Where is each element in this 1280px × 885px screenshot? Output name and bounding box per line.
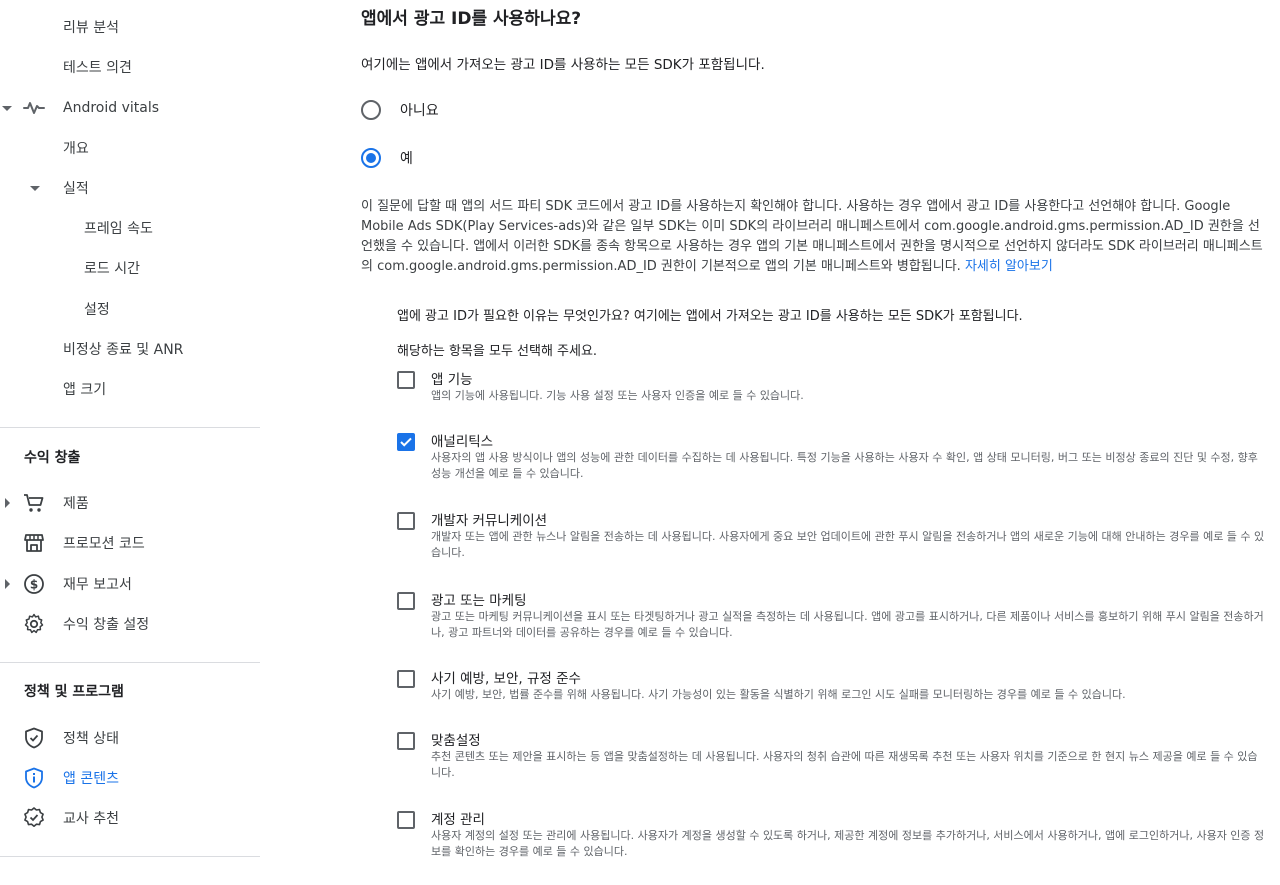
sidebar-item-label: Android vitals: [63, 100, 160, 116]
question-subtitle: 여기에는 앱에서 가져오는 광고 ID를 사용하는 모든 SDK가 포함됩니다.: [361, 57, 765, 73]
option-title: 사기 예방, 보안, 규정 준수: [431, 671, 581, 687]
sidebar-item-label: 교사 추천: [63, 811, 119, 827]
sidebar-item-frame-rate[interactable]: 프레임 속도: [0, 208, 262, 248]
checkbox[interactable]: [397, 732, 415, 750]
sidebar-item-label: 테스트 의견: [63, 60, 132, 76]
store-icon: [22, 531, 46, 555]
sidebar-item-app-size[interactable]: 앱 크기: [0, 369, 262, 409]
sidebar-item-label: 개요: [63, 141, 89, 157]
section-title-policy: 정책 및 프로그램: [24, 684, 124, 700]
sidebar-item-label: 앱 크기: [63, 382, 107, 398]
gear-icon: [22, 612, 46, 636]
reason-question: 앱에 광고 ID가 필요한 이유는 무엇인가요? 여기에는 앱에서 가져오는 광…: [397, 309, 1023, 324]
sidebar-item-review-analysis[interactable]: 리뷰 분석: [0, 7, 262, 47]
sidebar-item-label: 재무 보고서: [63, 577, 132, 593]
option-title: 맞춤설정: [431, 733, 481, 749]
sidebar-item-label: 프로모션 코드: [63, 536, 145, 552]
option-description: 개발자 또는 앱에 관한 뉴스나 알림을 전송하는 데 사용됩니다. 사용자에게…: [431, 530, 1265, 559]
shield-info-icon: [22, 766, 46, 790]
svg-text:$: $: [30, 578, 38, 592]
sidebar-item-crashes-anr[interactable]: 비정상 종료 및 ANR: [0, 329, 262, 369]
sidebar-item-policy-status[interactable]: 정책 상태: [0, 718, 262, 758]
sidebar-item-label: 앱 콘텐츠: [63, 771, 119, 787]
sidebar-item-financial-reports[interactable]: $ 재무 보고서: [0, 564, 262, 604]
chevron-right-icon[interactable]: [2, 579, 12, 589]
divider: [0, 662, 260, 663]
sidebar-item-label: 정책 상태: [63, 731, 119, 747]
sidebar-item-teacher-approved[interactable]: 교사 추천: [0, 798, 262, 838]
sidebar-item-test-feedback[interactable]: 테스트 의견: [0, 47, 262, 87]
shield-check-icon: [22, 726, 46, 750]
radio-label: 예: [400, 151, 413, 167]
sidebar-item-android-vitals[interactable]: Android vitals: [0, 88, 262, 128]
radio-button[interactable]: [361, 148, 381, 168]
checkbox[interactable]: [397, 433, 415, 451]
sidebar-item-label: 비정상 종료 및 ANR: [63, 342, 184, 358]
radio-button[interactable]: [361, 100, 381, 120]
chevron-down-icon[interactable]: [30, 183, 40, 193]
option-title: 앱 기능: [431, 372, 473, 388]
sidebar-item-label: 로드 시간: [84, 261, 140, 277]
sidebar-item-label: 설정: [84, 302, 110, 318]
sidebar: 리뷰 분석 테스트 의견 Android vitals 개요 실적 프레임 속도…: [0, 0, 262, 885]
vitals-pulse-icon: [22, 96, 46, 120]
checkbox[interactable]: [397, 670, 415, 688]
sidebar-item-monetization-settings[interactable]: 수익 창출 설정: [0, 604, 262, 644]
sidebar-item-products[interactable]: 제품: [0, 483, 262, 523]
radio-no[interactable]: 아니요: [361, 98, 439, 122]
sidebar-item-label: 제품: [63, 496, 89, 512]
sidebar-item-label: 수익 창출 설정: [63, 617, 150, 633]
cart-icon: [22, 491, 46, 515]
checkbox[interactable]: [397, 512, 415, 530]
sidebar-item-label: 리뷰 분석: [63, 20, 119, 36]
option-title: 광고 또는 마케팅: [431, 593, 527, 609]
option-description: 사용자의 앱 사용 방식이나 앱의 성능에 관한 데이터를 수집하는 데 사용됩…: [431, 451, 1258, 480]
checkbox[interactable]: [397, 371, 415, 389]
option-description: 추천 콘텐츠 또는 제안을 표시하는 등 앱을 맞춤설정하는 데 사용됩니다. …: [431, 750, 1258, 779]
sidebar-item-settings[interactable]: 설정: [0, 289, 262, 329]
checkbox[interactable]: [397, 811, 415, 829]
sidebar-item-performance[interactable]: 실적: [0, 168, 262, 208]
option-title: 개발자 커뮤니케이션: [431, 513, 548, 529]
option-description: 사용자 계정의 설정 또는 관리에 사용됩니다. 사용자가 계정을 생성할 수 …: [431, 829, 1265, 858]
sidebar-item-promo-codes[interactable]: 프로모션 코드: [0, 523, 262, 563]
explanation-text: 이 질문에 답할 때 앱의 서드 파티 SDK 코드에서 광고 ID를 사용하는…: [361, 199, 1263, 274]
badge-icon: [22, 806, 46, 830]
radio-yes[interactable]: 예: [361, 146, 413, 170]
option-description: 앱의 기능에 사용됩니다. 기능 사용 설정 또는 사용자 인증을 예로 들 수…: [431, 389, 804, 402]
option-title: 계정 관리: [431, 812, 485, 828]
sidebar-item-label: 프레임 속도: [84, 221, 153, 237]
sidebar-item-load-time[interactable]: 로드 시간: [0, 248, 262, 288]
reason-hint: 해당하는 항목을 모두 선택해 주세요.: [397, 344, 598, 359]
sidebar-item-label: 실적: [63, 181, 89, 197]
chevron-right-icon[interactable]: [2, 498, 12, 508]
chevron-down-icon[interactable]: [2, 103, 12, 113]
divider: [0, 427, 260, 428]
checkbox[interactable]: [397, 592, 415, 610]
check-icon: [400, 437, 412, 447]
option-title: 애널리틱스: [431, 434, 494, 450]
option-description: 광고 또는 마케팅 커뮤니케이션을 표시 또는 타겟팅하거나 광고 실적을 측정…: [431, 610, 1264, 639]
sidebar-item-overview[interactable]: 개요: [0, 128, 262, 168]
sidebar-item-app-content[interactable]: 앱 콘텐츠: [0, 758, 262, 798]
section-title-monetize: 수익 창출: [24, 450, 81, 466]
explanation-paragraph: 이 질문에 답할 때 앱의 서드 파티 SDK 코드에서 광고 ID를 사용하는…: [361, 197, 1266, 277]
radio-label: 아니요: [400, 103, 439, 119]
question-title: 앱에서 광고 ID를 사용하나요?: [361, 9, 582, 29]
dollar-icon: $: [22, 572, 46, 596]
divider: [0, 856, 260, 857]
learn-more-link[interactable]: 자세히 알아보기: [965, 259, 1053, 274]
option-description: 사기 예방, 보안, 법률 준수를 위해 사용됩니다. 사기 가능성이 있는 활…: [431, 688, 1126, 701]
